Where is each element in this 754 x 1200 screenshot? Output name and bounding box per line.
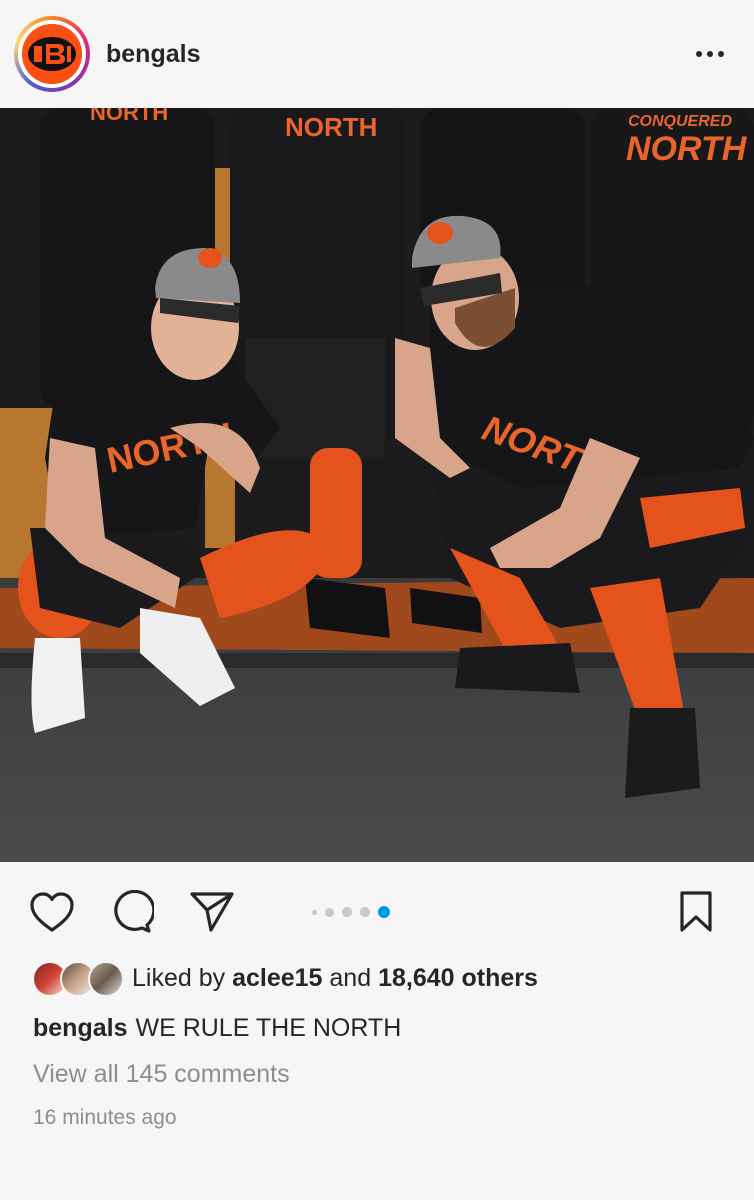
avatar (88, 961, 124, 997)
carousel-dot-active (378, 906, 390, 918)
post-username[interactable]: bengals (106, 40, 200, 69)
post-photo[interactable]: NORTH CONQUERED NORTH NORTH NORTH NORTH (0, 108, 754, 862)
shirt-text-bg2b: NORTH (626, 130, 748, 168)
likes-middle: and (329, 963, 372, 992)
bookmark-icon[interactable] (672, 888, 720, 936)
shirt-text-bg3: NORTH (90, 108, 168, 125)
liked-by-user-link[interactable]: aclee15 (232, 964, 322, 992)
shirt-text-bg1: NORTH (285, 112, 377, 142)
shirt-text-bg2a: CONQUERED (628, 113, 732, 130)
heart-icon[interactable] (28, 888, 76, 936)
post-actions (0, 862, 754, 952)
bengals-logo-icon[interactable] (22, 24, 82, 84)
story-ring[interactable] (14, 16, 90, 92)
send-icon[interactable] (188, 888, 236, 936)
post-header: bengals (0, 0, 754, 108)
carousel-dot (325, 907, 334, 917)
caption-username[interactable]: bengals (33, 1014, 127, 1042)
carousel-indicator (312, 906, 390, 918)
more-options-icon[interactable] (690, 36, 730, 72)
caption-text: WE RULE THE NORTH (135, 1014, 402, 1042)
comment-icon[interactable] (108, 888, 156, 936)
carousel-dot (312, 909, 317, 915)
likes-prefix: Liked by (132, 963, 226, 992)
carousel-dot (360, 907, 370, 917)
liked-by-avatars[interactable] (32, 959, 124, 997)
view-comments-link[interactable]: View all 145 comments (33, 1060, 290, 1089)
post-caption: bengals WE RULE THE NORTH (33, 1014, 401, 1043)
likes-count-link[interactable]: 18,640 others (378, 964, 538, 992)
players-photo: NORTH CONQUERED NORTH NORTH NORTH NORTH (0, 108, 754, 862)
likes-text: Liked by aclee15 and 18,640 others (132, 964, 538, 993)
likes-row: Liked by aclee15 and 18,640 others (32, 958, 538, 998)
post-timestamp: 16 minutes ago (33, 1106, 177, 1129)
carousel-dot (342, 907, 352, 917)
